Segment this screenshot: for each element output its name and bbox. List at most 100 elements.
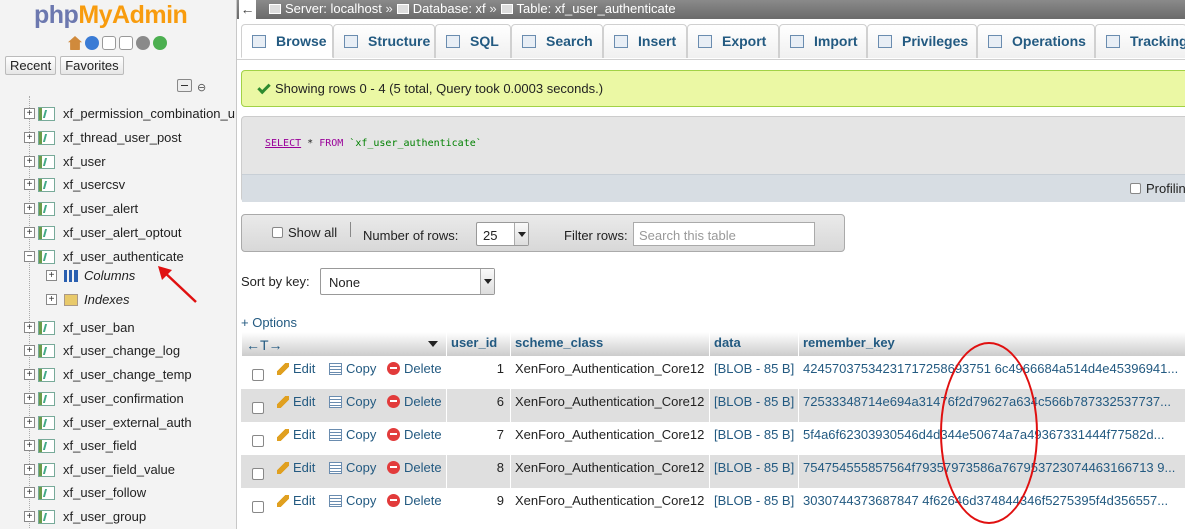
expand-icon[interactable]: + — [24, 440, 35, 451]
chevron-down-icon[interactable] — [428, 341, 438, 352]
header-scheme-class[interactable]: scheme_class — [510, 332, 709, 357]
tab-structure[interactable]: Structure — [333, 24, 435, 58]
edit-link[interactable]: Edit — [277, 427, 315, 442]
profiling-checkbox[interactable]: Profiling — [1130, 181, 1185, 196]
header-user-id[interactable]: user_id — [446, 332, 510, 357]
nav-table-label[interactable]: xf_user_field_value — [63, 462, 175, 477]
nav-table-label[interactable]: xf_user_alert — [63, 201, 138, 216]
copy-link[interactable]: Copy — [329, 427, 376, 442]
link-with-main-icon[interactable]: ⊖ — [197, 81, 206, 94]
tab-search[interactable]: Search — [511, 24, 603, 58]
breadcrumb-table[interactable]: Table: xf_user_authenticate — [517, 1, 676, 16]
expand-icon[interactable]: + — [24, 322, 35, 333]
expand-icon[interactable]: + — [24, 464, 35, 475]
cell-data-blob[interactable]: [BLOB - 85 B] — [709, 455, 798, 488]
row-checkbox[interactable] — [252, 435, 264, 447]
settings-gear-icon[interactable] — [136, 36, 150, 50]
expand-icon[interactable]: + — [24, 393, 35, 404]
nav-table-label[interactable]: xf_user_group — [63, 509, 146, 524]
header-data[interactable]: data — [709, 332, 798, 357]
nav-table-item[interactable]: + xf_user_confirmation — [0, 389, 236, 411]
nav-table-label[interactable]: xf_user_change_log — [63, 343, 180, 358]
copy-link[interactable]: Copy — [329, 361, 376, 376]
expand-icon[interactable]: + — [24, 487, 35, 498]
options-link[interactable]: + Options — [241, 315, 297, 330]
nav-table-item[interactable]: + xf_user — [0, 152, 236, 174]
expand-icon[interactable]: + — [24, 132, 35, 143]
nav-columns-item[interactable]: + Columns — [0, 266, 236, 288]
tab-operations[interactable]: Operations — [977, 24, 1095, 58]
cell-data-blob[interactable]: [BLOB - 85 B] — [709, 389, 798, 422]
nav-table-item[interactable]: + xf_thread_user_post — [0, 128, 236, 150]
chevron-down-icon[interactable] — [514, 223, 528, 245]
tab-export[interactable]: Export — [687, 24, 779, 58]
expand-icon[interactable]: + — [46, 270, 57, 281]
nav-table-item[interactable]: + xf_user_change_temp — [0, 365, 236, 387]
nav-table-label[interactable]: xf_user_confirmation — [63, 391, 184, 406]
nav-table-item[interactable]: + xf_user_change_log — [0, 341, 236, 363]
edit-link[interactable]: Edit — [277, 493, 315, 508]
nav-table-item[interactable]: + xf_user_external_auth — [0, 413, 236, 435]
expand-icon[interactable]: + — [24, 179, 35, 190]
checkbox[interactable] — [272, 227, 283, 238]
nav-table-label[interactable]: xf_user_change_temp — [63, 367, 192, 382]
number-of-rows-select[interactable]: 25 — [476, 222, 529, 246]
tab-sql[interactable]: SQL — [435, 24, 511, 58]
nav-indexes-label[interactable]: Indexes — [84, 292, 130, 307]
nav-table-label[interactable]: xf_user_field — [63, 438, 137, 453]
back-arrow-icon[interactable]: ← — [239, 0, 256, 19]
delete-link[interactable]: Delete — [387, 361, 442, 376]
nav-table-label[interactable]: xf_permission_combination_u — [63, 106, 235, 121]
nav-table-item[interactable]: + xf_user_follow — [0, 483, 236, 505]
nav-table-item[interactable]: + xf_user_ban — [0, 318, 236, 340]
documentation-icon[interactable] — [102, 36, 116, 50]
reload-icon[interactable] — [153, 36, 167, 50]
tab-privileges[interactable]: Privileges — [867, 24, 977, 58]
phpmyadmin-logo[interactable]: phpMyAdmin — [34, 1, 188, 30]
nav-table-item[interactable]: + xf_user_alert — [0, 199, 236, 221]
nav-table-item[interactable]: + xf_permission_combination_u — [0, 104, 236, 126]
sort-by-key-select[interactable]: None — [320, 268, 495, 295]
cell-data-blob[interactable]: [BLOB - 85 B] — [709, 356, 798, 389]
nav-table-item[interactable]: + xf_user_field_value — [0, 460, 236, 482]
nav-columns-label[interactable]: Columns — [84, 268, 135, 283]
nav-table-label[interactable]: xf_user — [63, 154, 106, 169]
collapse-icon[interactable]: − — [24, 251, 35, 262]
row-checkbox[interactable] — [252, 468, 264, 480]
expand-icon[interactable]: + — [24, 417, 35, 428]
tab-browse[interactable]: Browse — [241, 24, 333, 58]
filter-rows-input[interactable]: Search this table — [633, 222, 815, 246]
sql-keyword-select[interactable]: SELECT — [265, 138, 301, 149]
recent-tab[interactable]: Recent — [5, 56, 57, 75]
expand-icon[interactable]: + — [24, 203, 35, 214]
tab-tracking[interactable]: Tracking — [1095, 24, 1185, 58]
expand-icon[interactable]: + — [24, 156, 35, 167]
expand-icon[interactable]: + — [24, 345, 35, 356]
nav-table-label[interactable]: xf_user_external_auth — [63, 415, 192, 430]
nav-table-item[interactable]: + xf_user_alert_optout — [0, 223, 236, 245]
row-checkbox[interactable] — [252, 501, 264, 513]
nav-indexes-item[interactable]: + Indexes — [0, 290, 236, 312]
home-icon[interactable] — [68, 36, 82, 50]
nav-table-label[interactable]: xf_user_ban — [63, 320, 135, 335]
expand-icon[interactable]: + — [24, 369, 35, 380]
nav-table-label[interactable]: xf_user_alert_optout — [63, 225, 182, 240]
breadcrumb-server[interactable]: Server: localhost — [285, 1, 382, 16]
delete-link[interactable]: Delete — [387, 427, 442, 442]
column-resize-arrows[interactable]: ←T→ — [241, 332, 446, 357]
nav-table-label[interactable]: xf_user_follow — [63, 485, 146, 500]
delete-link[interactable]: Delete — [387, 493, 442, 508]
cell-data-blob[interactable]: [BLOB - 85 B] — [709, 422, 798, 455]
sql-docs-icon[interactable] — [119, 36, 133, 50]
collapse-all-button[interactable] — [177, 79, 192, 92]
copy-link[interactable]: Copy — [329, 460, 376, 475]
expand-icon[interactable]: + — [46, 294, 57, 305]
tab-insert[interactable]: Insert — [603, 24, 687, 58]
nav-table-item[interactable]: + xf_usercsv — [0, 175, 236, 197]
edit-link[interactable]: Edit — [277, 394, 315, 409]
nav-table-label[interactable]: xf_thread_user_post — [63, 130, 182, 145]
delete-link[interactable]: Delete — [387, 394, 442, 409]
edit-link[interactable]: Edit — [277, 361, 315, 376]
copy-link[interactable]: Copy — [329, 394, 376, 409]
copy-link[interactable]: Copy — [329, 493, 376, 508]
